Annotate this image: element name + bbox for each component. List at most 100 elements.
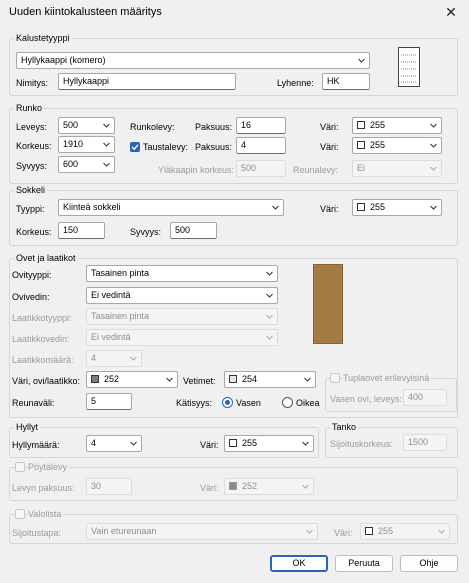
levyn-paksuus-input[interactable]: 30 [86,478,132,495]
sokkeli-type-select[interactable]: Kiinteä sokkeli [58,199,284,216]
oikea-radio[interactable] [282,397,293,408]
nimitys-input[interactable]: Hyllykaappi [58,73,236,90]
vasen-ovi-label: Vasen ovi, leveys: [330,394,402,404]
hyllymaara-select[interactable]: 4 [86,435,142,452]
laatikkomaara-value: 4 [91,353,97,363]
furniture-type-select[interactable]: Hyllykaappi (komero) [16,52,370,69]
poytalevy-checkbox[interactable] [15,462,25,472]
ovi-vari-label: Väri, ovi/laatikko: [12,376,81,386]
vasen-radio[interactable] [222,397,233,408]
laatikkotyyppi-label: Laatikkotyyppi: [12,313,72,323]
oikea-label: Oikea [296,398,320,408]
chevron-down-icon [103,122,110,129]
sokkeli-korkeus-input[interactable]: 150 [58,222,105,239]
color-swatch [229,439,237,447]
ovivedin-select[interactable]: Ei vedintä [86,287,278,304]
ovi-color-select[interactable]: 252 [86,371,178,388]
taustalevy-checkbox[interactable] [130,142,140,152]
cancel-button[interactable]: Peruuta [335,555,393,572]
sokkeli-syvyys-input[interactable]: 500 [170,222,217,239]
chevron-down-icon [166,376,173,383]
ovi-color-value: 252 [104,374,120,384]
chevron-down-icon [438,528,445,535]
door-preview-svg [313,264,343,344]
laatikkomaara-select[interactable]: 4 [86,350,142,367]
runko-legend: Runko [14,103,45,113]
sijoitustapa-select[interactable]: Vain etureunaan [86,523,318,540]
tuplaovet-label: Tuplaovet erilevyisinä [343,373,432,383]
tuplaovet-checkbox[interactable] [330,373,340,383]
poytalevy-color-select[interactable]: 252 [224,478,314,495]
help-button[interactable]: Ohje [400,555,458,572]
sokkeli-tyyppi-label: Tyyppi: [16,204,45,214]
laatikkovedin-label: Laatikkovedin: [12,334,70,344]
poytalevy-color-value: 252 [242,481,258,491]
chevron-down-icon [430,142,437,149]
ok-button[interactable]: OK [270,555,328,572]
leveys-select[interactable]: 500 [58,117,115,134]
laatikkotyyppi-value: Tasainen pinta [91,311,150,321]
hyllyt-legend: Hyllyt [14,422,40,432]
reunalevy-label: Reunalevy: [293,165,339,175]
color-swatch [91,375,99,383]
korkeus-select[interactable]: 1910 [58,136,115,153]
vetimet-label: Vetimet: [183,376,216,386]
ylakaappi-label: Yläkaapin korkeus: [158,165,235,175]
ylakaappi-input[interactable]: 500 [236,160,286,177]
laatikkovedin-select[interactable]: Ei vedintä [86,329,278,346]
runkolevy-paksuus-input[interactable]: 16 [236,117,286,134]
leveys-label: Leveys: [16,122,48,132]
sokkeli-vari-label: Väri: [320,204,339,214]
sijoitustapa-label: Sijoitustapa: [12,528,62,538]
hyllyt-color-select[interactable]: 255 [224,435,314,452]
chevron-down-icon [103,161,110,168]
sokkeli-syvyys-label: Syvyys: [130,227,162,237]
kalustetyyppi-legend: Kalustetyyppi [14,33,72,43]
reunavali-label: Reunaväli: [12,398,55,408]
valolista-label: Valolista [28,509,64,519]
checkmark-icon [131,144,139,151]
sokkeli-color-select[interactable]: 255 [352,199,442,216]
hyllymaara-label: Hyllymäärä: [12,440,60,450]
sijoituskorkeus-label: Sijoituskorkeus: [330,439,394,449]
chevron-down-icon [272,204,279,211]
vetimet-color-select[interactable]: 254 [224,371,316,388]
lyhenne-input[interactable]: HK [322,73,370,90]
taustalevy-color-value: 255 [370,140,386,150]
runko-color-select[interactable]: 255 [352,117,442,134]
ovityyppi-value: Tasainen pinta [91,268,150,278]
vetimet-color-value: 254 [242,374,258,384]
taustalevy-color-select[interactable]: 255 [352,137,442,154]
laatikkotyyppi-select[interactable]: Tasainen pinta [86,308,278,325]
taustalevy-paksuus-input[interactable]: 4 [236,137,286,154]
vasen-label: Vasen [236,398,261,408]
color-swatch [357,121,365,129]
syvyys-value: 600 [63,159,79,169]
syvyys-select[interactable]: 600 [58,156,115,173]
korkeus-value: 1910 [63,139,84,149]
poytalevy-vari-label: Väri: [200,483,219,493]
reunavali-input[interactable]: 5 [86,393,132,410]
levyn-paksuus-label: Levyn paksuus: [12,483,75,493]
tanko-legend: Tanko [330,422,359,432]
leveys-value: 500 [63,120,79,130]
close-icon[interactable]: ✕ [440,2,462,22]
reunalevy-select[interactable]: Ei [352,160,442,177]
ovityyppi-select[interactable]: Tasainen pinta [86,265,278,282]
hyllymaara-value: 4 [91,438,97,448]
chevron-down-icon [358,57,365,64]
sijoituskorkeus-input[interactable]: 1500 [403,434,447,451]
door-preview-icon [313,264,343,344]
valolista-color-value: 255 [378,526,394,536]
valolista-color-select[interactable]: 255 [360,523,450,540]
valolista-checkbox[interactable] [15,509,25,519]
runko-vari1-label: Väri: [320,122,339,132]
chevron-down-icon [130,355,137,362]
chevron-down-icon [306,528,313,535]
vasen-ovi-input[interactable]: 400 [403,389,447,406]
chevron-down-icon [302,483,309,490]
chevron-down-icon [266,334,273,341]
ovivedin-label: Ovivedin: [12,292,50,302]
ovityyppi-label: Ovityyppi: [12,270,52,280]
runkolevy-label: Runkolevy: [130,122,175,132]
